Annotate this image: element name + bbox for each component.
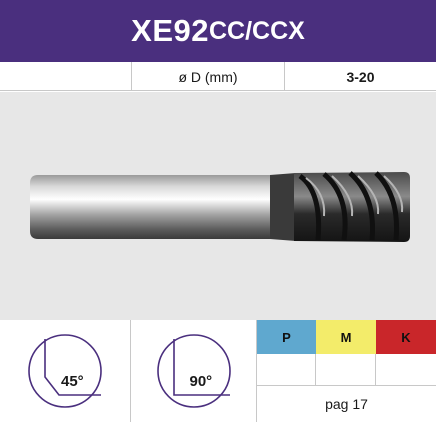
product-title-bar: XE92 CC/CCX	[0, 0, 436, 62]
diameter-label: ø D (mm)	[131, 62, 284, 91]
material-k-cell	[376, 354, 436, 386]
end-mill-image	[0, 92, 436, 320]
product-code: XE92	[131, 13, 209, 48]
material-table: P M K pag 17	[257, 320, 436, 422]
chamfer-45-icon: 45°	[25, 331, 105, 411]
material-p-cell	[257, 354, 316, 386]
square-corner-cell: 90°	[131, 320, 257, 422]
angle-90-label: 90°	[189, 373, 213, 390]
material-m-cell	[316, 354, 376, 386]
page-reference: pag 17	[325, 396, 368, 412]
material-m-header: M	[316, 320, 376, 354]
tool-properties: 45° 90° P M K pag 17	[0, 320, 436, 422]
corner-90-icon: 90°	[154, 331, 234, 411]
diameter-range: 3-20	[284, 62, 436, 91]
product-suffix: CC/CCX	[209, 16, 305, 45]
angle-45-label: 45°	[61, 373, 84, 390]
spec-empty-cell	[0, 62, 131, 91]
diameter-spec-row: ø D (mm) 3-20	[0, 62, 436, 91]
material-k-header: K	[376, 320, 436, 354]
corner-chamfer-cell: 45°	[0, 320, 131, 422]
material-p-header: P	[257, 320, 316, 354]
end-mill-icon	[30, 171, 410, 242]
